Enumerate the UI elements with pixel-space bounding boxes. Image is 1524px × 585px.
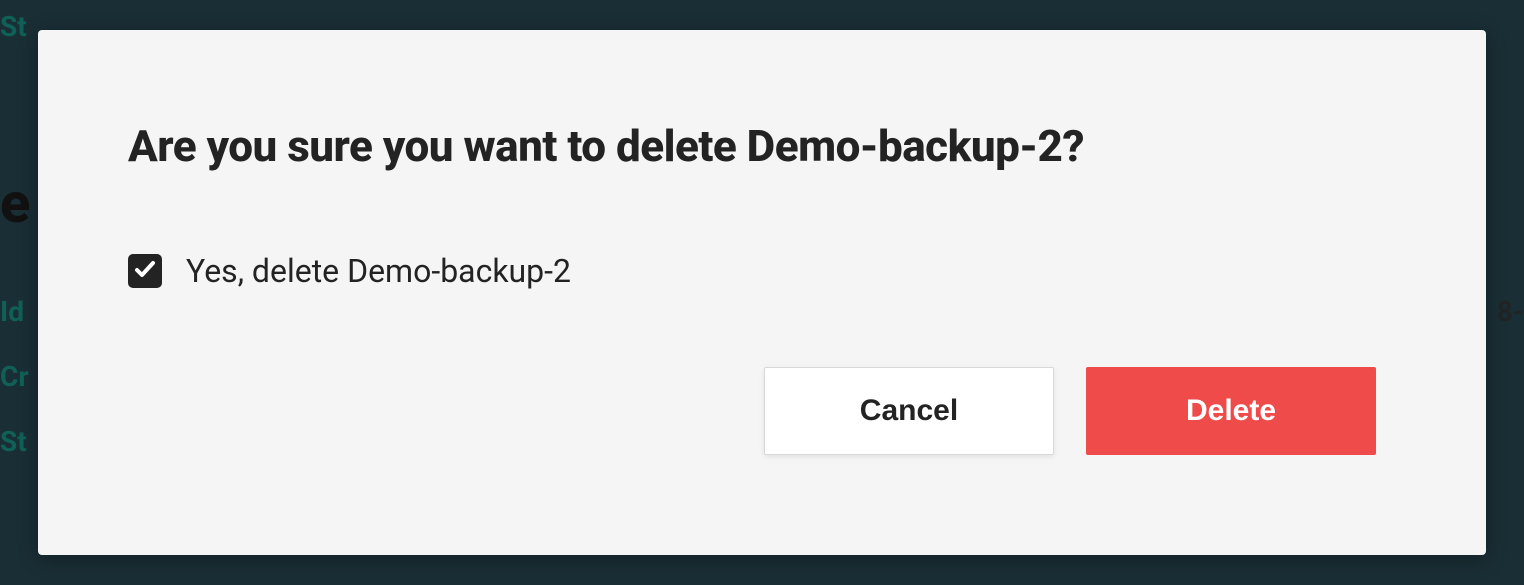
background-value-fragment: 8- xyxy=(1497,295,1524,328)
confirm-checkbox-label: Yes, delete Demo-backup-2 xyxy=(186,252,571,290)
confirm-delete-modal: Are you sure you want to delete Demo-bac… xyxy=(38,30,1486,555)
modal-button-row: Cancel Delete xyxy=(764,367,1376,455)
background-heading-fragment: e xyxy=(0,170,36,230)
confirm-checkbox-row: Yes, delete Demo-backup-2 xyxy=(128,252,1396,290)
background-label-fragment: Cr xyxy=(0,360,29,393)
modal-title: Are you sure you want to delete Demo-bac… xyxy=(128,120,1396,172)
confirm-checkbox[interactable] xyxy=(128,254,162,288)
delete-button[interactable]: Delete xyxy=(1086,367,1376,455)
background-label-fragment: Id xyxy=(0,295,24,328)
background-label-fragment: St xyxy=(0,425,27,458)
cancel-button[interactable]: Cancel xyxy=(764,367,1054,455)
background-label-fragment: St xyxy=(0,10,27,43)
check-icon xyxy=(133,257,157,285)
